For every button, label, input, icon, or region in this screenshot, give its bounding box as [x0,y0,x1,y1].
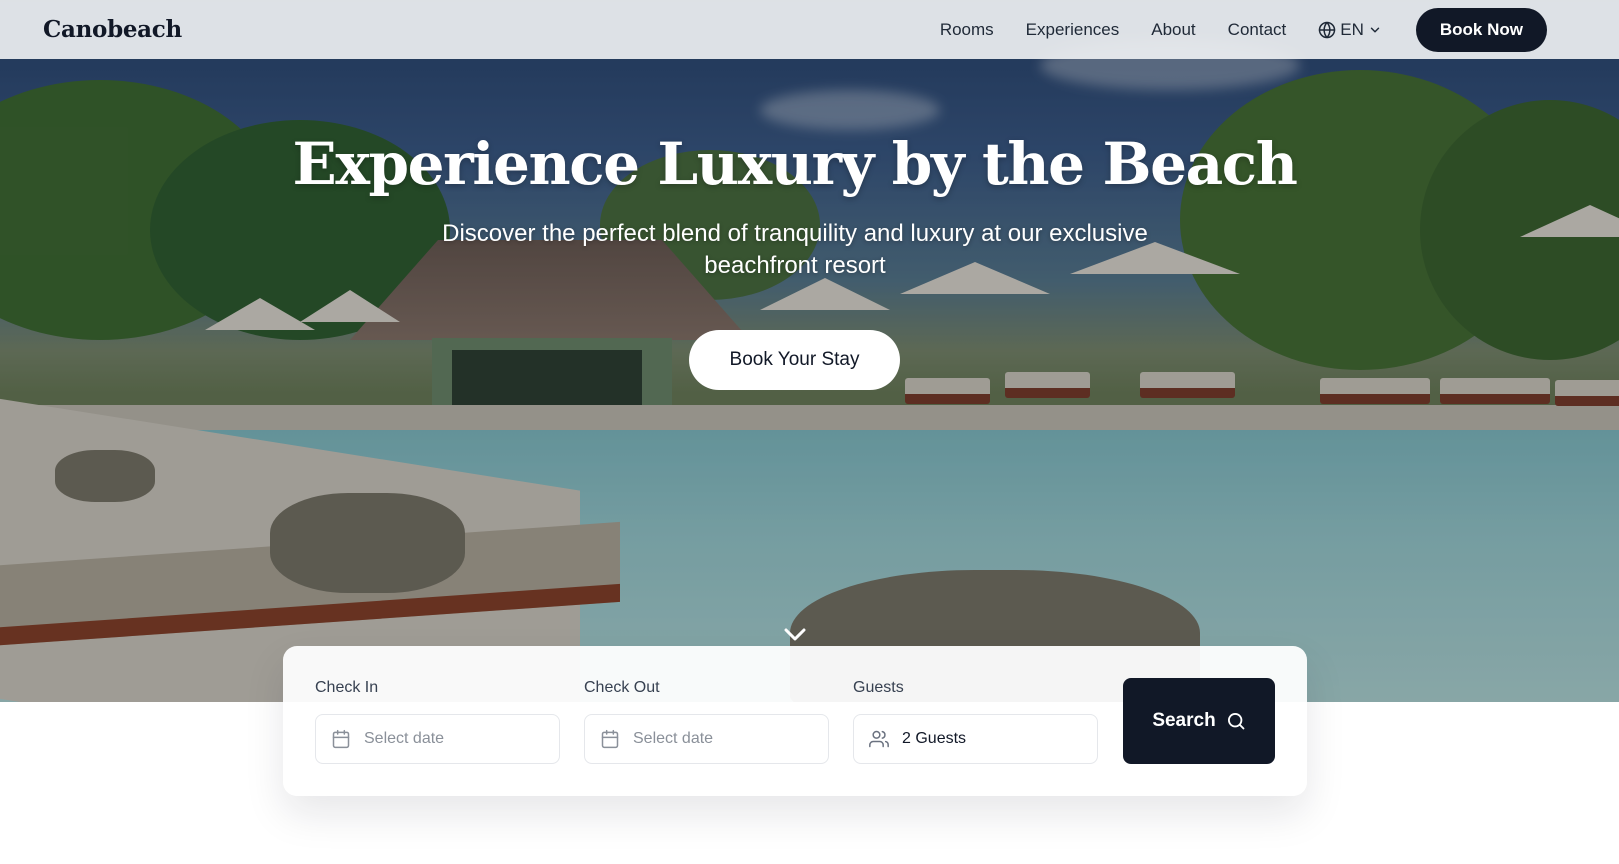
nav-link-about[interactable]: About [1151,20,1195,40]
calendar-icon [332,729,350,749]
guests-value: 2 Guests [902,730,967,747]
brand-logo[interactable]: Canobeach [43,16,182,43]
nav-menu: Rooms Experiences About Contact EN Book … [940,7,1547,52]
search-button-label: Search [1152,710,1216,731]
nav-link-experiences[interactable]: Experiences [1026,20,1120,40]
check-in-label: Check In [315,679,379,696]
calendar-icon [601,729,619,749]
language-selector[interactable]: EN [1318,20,1382,40]
globe-icon [1319,21,1336,38]
hero-title: Experience Luxury by the Beach [292,130,1298,198]
guests-label: Guests [853,679,904,696]
check-out-label: Check Out [584,679,660,696]
hero-subtitle: Discover the perfect blend of tranquilit… [442,220,1148,279]
guests-field[interactable]: 2 Guests [853,714,1098,764]
navbar: Canobeach Rooms Experiences About Contac… [0,0,1619,59]
search-button[interactable]: Search [1123,678,1275,764]
check-out-field[interactable]: Select date [584,714,829,764]
check-in-field[interactable]: Select date [315,714,560,764]
nav-link-rooms[interactable]: Rooms [940,20,994,40]
book-your-stay-button[interactable]: Book Your Stay [689,330,900,390]
nav-link-contact[interactable]: Contact [1228,20,1287,40]
check-in-placeholder: Select date [364,730,445,747]
chevron-down-icon [1370,27,1380,32]
booking-search-card: Check In Select date Check Out Select da… [283,646,1307,796]
language-label: EN [1340,19,1364,39]
check-out-placeholder: Select date [633,730,714,747]
book-now-button[interactable]: Book Now [1415,7,1547,52]
users-icon [869,730,889,748]
chevron-down-icon[interactable] [782,624,808,644]
search-icon [1227,713,1245,730]
